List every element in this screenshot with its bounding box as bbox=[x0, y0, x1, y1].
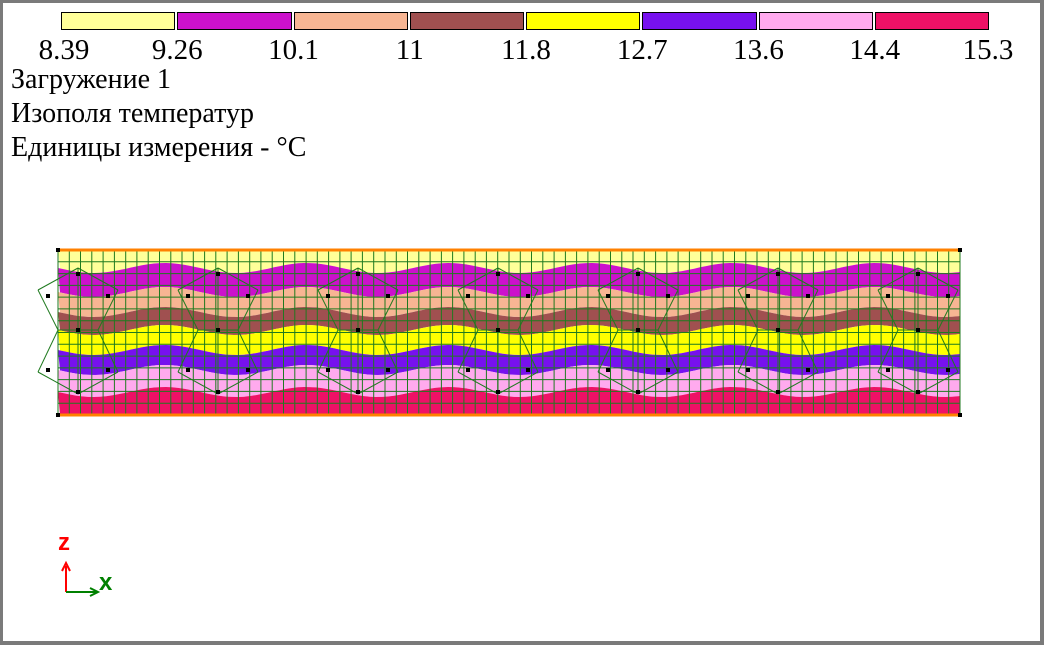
mesh-node bbox=[666, 368, 670, 372]
mesh-node bbox=[746, 368, 750, 372]
mesh-node bbox=[216, 328, 220, 332]
mesh-node bbox=[958, 413, 962, 417]
mesh-node bbox=[526, 368, 530, 372]
axis-triad: z x bbox=[58, 529, 113, 597]
mesh-node bbox=[386, 294, 390, 298]
mesh-node bbox=[326, 294, 330, 298]
mesh-node bbox=[216, 272, 220, 276]
z-axis-label: z bbox=[58, 529, 70, 556]
mesh-node bbox=[776, 390, 780, 394]
mesh-node bbox=[186, 294, 190, 298]
mesh-node bbox=[76, 390, 80, 394]
mesh-node bbox=[806, 294, 810, 298]
mesh-node bbox=[76, 272, 80, 276]
mesh-node bbox=[946, 294, 950, 298]
mesh-node bbox=[636, 328, 640, 332]
mesh-node bbox=[806, 368, 810, 372]
mesh-node bbox=[46, 294, 50, 298]
mesh-node bbox=[246, 368, 250, 372]
mesh-node bbox=[886, 368, 890, 372]
mesh-node bbox=[76, 328, 80, 332]
mesh-node bbox=[916, 272, 920, 276]
mesh-node bbox=[326, 368, 330, 372]
mesh-node bbox=[186, 368, 190, 372]
mesh-node bbox=[246, 294, 250, 298]
mesh-node bbox=[636, 272, 640, 276]
mesh-node bbox=[526, 294, 530, 298]
x-axis-label: x bbox=[99, 569, 113, 596]
mesh-node bbox=[776, 328, 780, 332]
mesh-node bbox=[466, 368, 470, 372]
mesh-node bbox=[496, 390, 500, 394]
mesh-node bbox=[606, 294, 610, 298]
mesh-node bbox=[356, 328, 360, 332]
mesh-line bbox=[37, 329, 59, 373]
mesh-node bbox=[636, 390, 640, 394]
mesh-node bbox=[916, 390, 920, 394]
mesh-node bbox=[496, 272, 500, 276]
mesh-node bbox=[56, 248, 60, 252]
temperature-isofield-plot[interactable]: z x bbox=[0, 0, 1044, 645]
mesh-node bbox=[886, 294, 890, 298]
mesh-node bbox=[106, 294, 110, 298]
mesh-node bbox=[466, 294, 470, 298]
mesh-node bbox=[106, 368, 110, 372]
mesh-node bbox=[356, 272, 360, 276]
mesh-node bbox=[746, 294, 750, 298]
mesh-node bbox=[776, 272, 780, 276]
mesh-node bbox=[946, 368, 950, 372]
mesh-node bbox=[496, 328, 500, 332]
mesh-node bbox=[216, 390, 220, 394]
mesh-node bbox=[356, 390, 360, 394]
mesh-node bbox=[56, 413, 60, 417]
mesh-node bbox=[958, 248, 962, 252]
mesh-node bbox=[666, 294, 670, 298]
mesh-node bbox=[606, 368, 610, 372]
mesh-node bbox=[386, 368, 390, 372]
mesh-node bbox=[916, 328, 920, 332]
mesh-node bbox=[46, 368, 50, 372]
